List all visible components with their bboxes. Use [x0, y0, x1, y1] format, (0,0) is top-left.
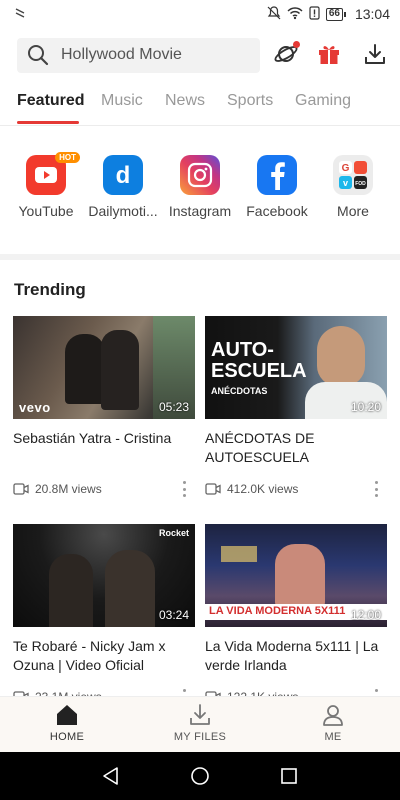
apps-row: HOT YouTube d Dailymoti... Instagram Fac…	[0, 152, 400, 235]
planet-button[interactable]	[270, 38, 302, 70]
video-thumbnail[interactable]: vevo 05:23	[13, 316, 195, 419]
app-instagram[interactable]: Instagram	[160, 155, 240, 219]
tab-featured[interactable]: Featured	[17, 92, 85, 124]
youtube-icon: HOT	[26, 152, 80, 195]
app-dailymotion[interactable]: d Dailymoti...	[83, 155, 163, 219]
video-camera-icon	[205, 483, 221, 495]
video-thumbnail[interactable]: LA VIDA MODERNA 5X111 12:00	[205, 524, 387, 627]
nav-label: HOME	[49, 731, 85, 743]
thumbnail-caption: LA VIDA MODERNA 5X111	[209, 605, 346, 617]
tab-gaming[interactable]: Gaming	[295, 92, 351, 124]
search-input[interactable]	[61, 46, 241, 64]
video-card[interactable]: AUTO-ESCUELA ANÉCDOTAS 10:20 ANÉCDOTAS D…	[205, 316, 387, 497]
battery-indicator: 66	[325, 7, 347, 21]
active-tab-indicator	[17, 121, 79, 124]
tab-sports[interactable]: Sports	[227, 92, 273, 124]
hot-badge: HOT	[55, 152, 80, 163]
video-duration: 03:24	[158, 608, 189, 622]
nav-home[interactable]: HOME	[22, 703, 112, 743]
notification-icon	[14, 6, 28, 22]
video-thumbnail[interactable]: AUTO-ESCUELA ANÉCDOTAS 10:20	[205, 316, 387, 419]
app-youtube[interactable]: HOT YouTube	[6, 152, 86, 219]
section-separator	[0, 254, 400, 260]
nav-me[interactable]: ME	[288, 703, 378, 743]
view-count: 412.0K views	[227, 482, 299, 496]
video-duration: 10:20	[350, 400, 381, 414]
home-button[interactable]	[189, 765, 211, 787]
home-circle-icon	[191, 767, 209, 785]
nav-my-files[interactable]: MY FILES	[155, 703, 245, 743]
thumbnail-subtext: ANÉCDOTAS	[211, 386, 268, 396]
gift-icon	[319, 46, 339, 64]
thumbnail-watermark: vevo	[19, 400, 51, 415]
more-options-icon[interactable]	[181, 481, 187, 497]
download-icon	[365, 44, 385, 64]
nav-label: ME	[324, 731, 342, 743]
svg-text:v: v	[343, 178, 348, 188]
app-label: More	[337, 203, 369, 219]
video-duration: 05:23	[158, 400, 189, 414]
app-label: Dailymoti...	[88, 203, 158, 219]
thumbnail-headline: AUTO-ESCUELA	[211, 339, 307, 382]
search-icon	[28, 45, 49, 66]
search-box[interactable]	[17, 37, 260, 73]
video-card[interactable]: vevo 05:23 Sebastián Yatra - Cristina 20…	[13, 316, 195, 497]
video-thumbnail[interactable]: Rocket 03:24	[13, 524, 195, 627]
recents-icon	[281, 768, 297, 784]
video-camera-icon	[13, 483, 29, 495]
divider	[0, 125, 400, 126]
status-time: 13:04	[354, 6, 390, 22]
app-more[interactable]: Gv FOD More	[313, 155, 393, 219]
notification-dot	[293, 41, 300, 48]
mute-icon	[267, 5, 281, 23]
wifi-icon	[287, 6, 303, 23]
app-label: Facebook	[246, 203, 308, 219]
back-button[interactable]	[100, 765, 122, 787]
nav-label: MY FILES	[173, 731, 227, 743]
more-options-icon[interactable]	[373, 481, 379, 497]
svg-text:d: d	[116, 163, 131, 187]
recents-button[interactable]	[278, 765, 300, 787]
more-apps-icon: Gv FOD	[333, 155, 373, 195]
profile-icon	[323, 705, 343, 726]
video-meta: 412.0K views	[205, 481, 387, 497]
gift-button[interactable]	[313, 38, 345, 70]
facebook-icon	[257, 155, 297, 195]
app-facebook[interactable]: Facebook	[237, 155, 317, 219]
video-meta: 20.8M views	[13, 481, 195, 497]
bottom-navigation: HOME MY FILES ME	[0, 696, 400, 752]
video-title: La Vida Moderna 5x111 | La verde Irlanda	[205, 638, 379, 673]
sim-alert-icon	[309, 5, 320, 23]
dailymotion-icon: d	[103, 155, 143, 195]
thumbnail-watermark: Rocket	[158, 528, 189, 538]
section-title: Trending	[14, 280, 86, 299]
svg-text:G: G	[342, 163, 350, 174]
download-button[interactable]	[359, 38, 391, 70]
search-row	[17, 36, 392, 74]
app-label: Instagram	[168, 203, 232, 219]
instagram-icon	[180, 155, 220, 195]
video-card[interactable]: Rocket 03:24 Te Robaré - Nicky Jam x Ozu…	[13, 524, 195, 705]
video-card[interactable]: LA VIDA MODERNA 5X111 12:00 La Vida Mode…	[205, 524, 387, 705]
status-bar: 66 13:04	[0, 0, 400, 28]
app-label: YouTube	[18, 203, 74, 219]
video-title: Sebastián Yatra - Cristina	[13, 430, 172, 446]
tab-news[interactable]: News	[165, 92, 205, 124]
tab-music[interactable]: Music	[101, 92, 143, 124]
system-navigation-bar	[0, 752, 400, 800]
svg-text:FOD: FOD	[355, 181, 366, 187]
category-tabs: Featured Music News Sports Gaming	[0, 92, 400, 124]
view-count: 20.8M views	[35, 482, 102, 496]
video-title: Te Robaré - Nicky Jam x Ozuna | Video Of…	[13, 638, 166, 673]
back-icon	[103, 767, 118, 785]
my-files-icon	[190, 704, 210, 725]
home-icon	[57, 705, 77, 725]
video-duration: 12:00	[350, 608, 381, 622]
video-title: ANÉCDOTAS DE AUTOESCUELA	[205, 430, 315, 465]
